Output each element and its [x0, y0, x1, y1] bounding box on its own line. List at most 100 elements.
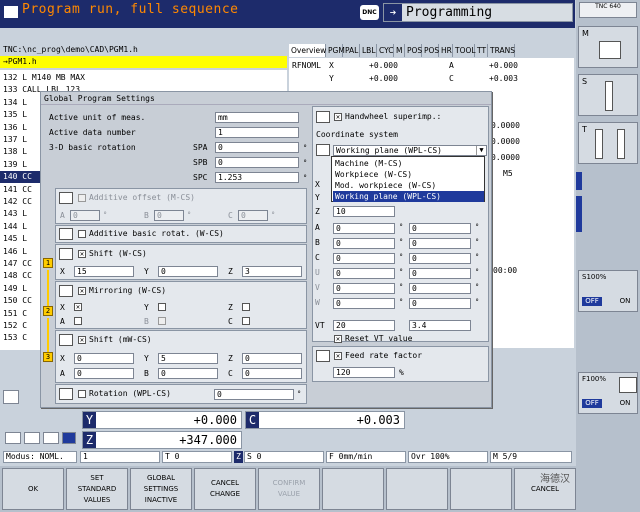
status-tab[interactable]: CYC: [377, 44, 394, 57]
handwheel-z-field[interactable]: 10: [333, 206, 395, 217]
softkey[interactable]: CONFIRM VALUE: [258, 468, 320, 510]
program-line[interactable]: 140 CC: [0, 171, 40, 183]
mirror-c-checkbox[interactable]: [242, 317, 250, 325]
rotation-checkbox[interactable]: [78, 390, 86, 398]
s-function-key[interactable]: S: [578, 74, 638, 116]
programming-mode-button[interactable]: ➔ Programming: [383, 3, 573, 22]
program-line[interactable]: 152 C: [3, 320, 27, 332]
selected-program[interactable]: →PGM1.h: [0, 56, 287, 68]
vt-field-2[interactable]: 3.4: [409, 320, 471, 331]
handwheel-value-field[interactable]: 0: [333, 283, 395, 294]
shift-mw-b-field[interactable]: 0: [158, 368, 218, 379]
status-tab[interactable]: TT: [475, 44, 488, 57]
feed-override-key[interactable]: F100% OFF ON: [578, 372, 638, 414]
program-line[interactable]: 138 L: [3, 146, 27, 158]
program-line[interactable]: 148 CC: [3, 270, 32, 282]
chevron-down-icon[interactable]: ▼: [476, 146, 486, 155]
shift-mw-c-field[interactable]: 0: [242, 368, 302, 379]
additive-basic-rotation-checkbox[interactable]: [78, 230, 86, 238]
status-tab[interactable]: POS: [405, 44, 422, 57]
mirror-b-checkbox[interactable]: [158, 317, 166, 325]
handwheel-value-field[interactable]: 0: [333, 253, 395, 264]
status-tab[interactable]: TRANS: [488, 44, 515, 57]
overview-icon[interactable]: [3, 390, 19, 404]
program-line[interactable]: 134 L: [3, 97, 27, 109]
mirror-x-checkbox[interactable]: ✕: [74, 303, 82, 311]
status-tab[interactable]: PGM: [326, 44, 345, 57]
shift-x-field[interactable]: 15: [74, 266, 134, 277]
program-line[interactable]: 149 L: [3, 283, 27, 295]
program-line[interactable]: 141 CC: [3, 184, 32, 196]
feed-rate-checkbox[interactable]: ✕: [334, 352, 342, 360]
program-line[interactable]: 135 L: [3, 109, 27, 121]
program-line[interactable]: 139 L: [3, 159, 27, 171]
handwheel-value-field[interactable]: 0: [333, 298, 395, 309]
handwheel-value-field[interactable]: 0: [409, 253, 471, 264]
shift-mw-a-field[interactable]: 0: [74, 368, 134, 379]
softkey[interactable]: CANCEL CHANGE: [194, 468, 256, 510]
offset-a-field[interactable]: 0: [70, 210, 100, 221]
program-line[interactable]: 147 CC: [3, 258, 32, 270]
program-line[interactable]: 146 L: [3, 246, 27, 258]
softkey[interactable]: [450, 468, 512, 510]
status-tab[interactable]: TOOL: [453, 44, 476, 57]
softkey[interactable]: [322, 468, 384, 510]
handwheel-value-field[interactable]: 0: [409, 238, 471, 249]
mirror-z-checkbox[interactable]: [242, 303, 250, 311]
f-on-toggle[interactable]: ON: [615, 399, 635, 408]
softkey[interactable]: SET STANDARD VALUES: [66, 468, 128, 510]
s-on-toggle[interactable]: ON: [615, 297, 635, 306]
mirroring-checkbox[interactable]: ✕: [78, 287, 86, 295]
shift-mw-x-field[interactable]: 0: [74, 353, 134, 364]
shift-z-field[interactable]: 3: [242, 266, 302, 277]
s-off-toggle[interactable]: OFF: [582, 297, 602, 306]
status-tab[interactable]: LBL: [360, 44, 377, 57]
t-function-key[interactable]: T: [578, 122, 638, 164]
softkey[interactable]: [386, 468, 448, 510]
offset-c-field[interactable]: 0: [238, 210, 268, 221]
handwheel-checkbox[interactable]: ✕: [334, 113, 342, 121]
coordinate-system-dropdown[interactable]: Machine (M-CS) Workpiece (W-CS) Mod. workp…: [331, 156, 485, 202]
dropdown-option[interactable]: Workpiece (W-CS): [333, 169, 484, 180]
tool-icon[interactable]: [5, 432, 21, 444]
shift-mw-z-field[interactable]: 0: [242, 353, 302, 364]
settings-icon[interactable]: [43, 432, 59, 444]
rotation-field[interactable]: 0: [214, 389, 294, 400]
program-line[interactable]: 153 C: [3, 332, 27, 344]
status-tab[interactable]: POS: [422, 44, 439, 57]
program-line[interactable]: 142 CC: [3, 196, 32, 208]
status-tab[interactable]: HR: [439, 44, 453, 57]
m-function-key[interactable]: M: [578, 26, 638, 68]
feed-rate-field[interactable]: 120: [333, 367, 395, 378]
program-line[interactable]: 132 L M140 MB MAX: [3, 72, 85, 84]
edit-icon[interactable]: [24, 432, 40, 444]
status-tab[interactable]: Overview: [289, 44, 326, 57]
shift-wcs-checkbox[interactable]: ✕: [78, 250, 86, 258]
shift-mwcs-checkbox[interactable]: ✕: [78, 336, 86, 344]
dropdown-option[interactable]: Machine (M-CS): [333, 158, 484, 169]
dropdown-option[interactable]: Mod. workpiece (W-CS): [333, 180, 484, 191]
status-tab[interactable]: M: [394, 44, 405, 57]
f-off-toggle[interactable]: OFF: [582, 399, 602, 408]
handwheel-value-field[interactable]: 0: [409, 283, 471, 294]
handwheel-value-field[interactable]: 0: [333, 238, 395, 249]
reset-vt-checkbox[interactable]: ✕: [334, 335, 342, 343]
handwheel-value-field[interactable]: 0: [409, 298, 471, 309]
handwheel-value-field[interactable]: 0: [333, 268, 395, 279]
additive-offset-checkbox[interactable]: [78, 194, 86, 202]
program-line[interactable]: 143 L: [3, 208, 27, 220]
program-line[interactable]: 145 L: [3, 233, 27, 245]
softkey[interactable]: GLOBAL SETTINGS INACTIVE: [130, 468, 192, 510]
mirror-a-checkbox[interactable]: [74, 317, 82, 325]
shift-mw-y-field[interactable]: 5: [158, 353, 218, 364]
handwheel-value-field[interactable]: 0: [333, 223, 395, 234]
softkey[interactable]: OK: [2, 468, 64, 510]
program-line[interactable]: 150 CC: [3, 295, 32, 307]
vt-field-1[interactable]: 20: [333, 320, 395, 331]
dropdown-option[interactable]: Working plane (WPL-CS): [333, 191, 484, 202]
program-line[interactable]: 137 L: [3, 134, 27, 146]
offset-b-field[interactable]: 0: [154, 210, 184, 221]
handwheel-value-field[interactable]: 0: [409, 223, 471, 234]
shift-y-field[interactable]: 0: [158, 266, 218, 277]
handwheel-value-field[interactable]: 0: [409, 268, 471, 279]
